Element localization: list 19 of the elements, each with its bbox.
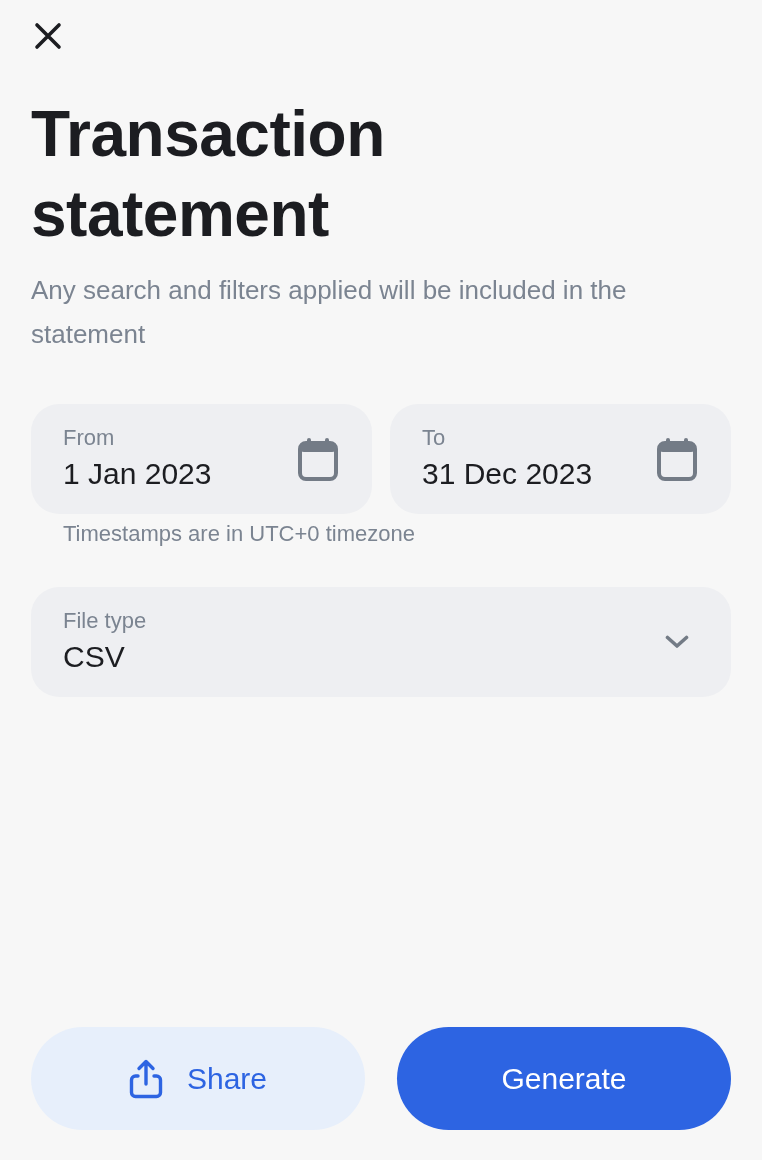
share-icon: [128, 1058, 163, 1099]
timezone-hint: Timestamps are in UTC+0 timezone: [62, 520, 416, 548]
close-icon: [34, 22, 62, 50]
calendar-icon: [657, 437, 697, 481]
field-label: File type: [63, 607, 147, 635]
generate-button[interactable]: Generate: [397, 1027, 731, 1130]
date-field[interactable]: From 1 Jan 2023: [31, 404, 372, 514]
page-title: Transaction statement: [31, 97, 386, 252]
date-field[interactable]: To 31 Dec 2023: [390, 404, 731, 514]
field-value: 1 Jan 2023: [63, 456, 212, 492]
share-button[interactable]: Share: [31, 1027, 365, 1130]
subtitle: Any search and filters applied will be included in the statement: [31, 274, 628, 351]
calendar-icon: [298, 437, 338, 481]
chevron-down-icon: [665, 635, 689, 649]
field-label: From: [63, 424, 116, 452]
field-label: To: [422, 424, 447, 452]
field-value: CSV: [63, 639, 126, 675]
field-value: 31 Dec 2023: [422, 456, 593, 492]
file-type-select[interactable]: File type CSV: [31, 587, 731, 697]
